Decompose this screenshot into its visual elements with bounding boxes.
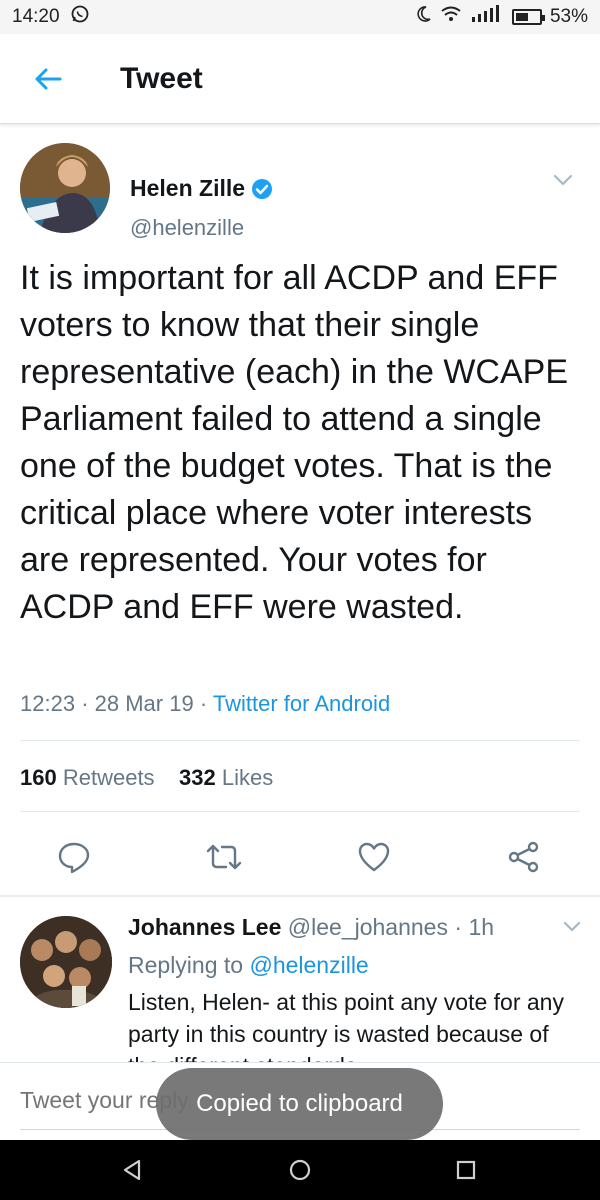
triangle-back-icon — [123, 1159, 141, 1181]
battery-percent: 53% — [549, 6, 588, 27]
page-title: Tweet — [120, 61, 203, 95]
tweet-actions — [0, 837, 600, 877]
retweets-stat[interactable]: 160 Retweets — [20, 765, 155, 790]
arrow-left-icon — [35, 68, 62, 89]
reply-author-handle[interactable]: @lee_johannes — [288, 914, 448, 940]
battery-fill — [515, 13, 528, 21]
like-button[interactable] — [354, 837, 394, 877]
meta-separator: · — [81, 691, 95, 716]
tweet-source-link[interactable]: Twitter for Android — [213, 691, 390, 716]
tweet-time: 12:23 — [20, 691, 76, 716]
battery-icon — [511, 9, 545, 25]
whatsapp-icon — [70, 4, 90, 30]
verified-badge-icon — [252, 178, 273, 199]
retweets-label: Retweets — [62, 765, 155, 790]
status-time: 14:20 — [12, 6, 60, 27]
nav-back-button[interactable] — [116, 1154, 148, 1186]
reply-age: 1h — [468, 914, 495, 940]
tweet-menu-button[interactable] — [552, 173, 574, 192]
share-icon — [508, 841, 539, 873]
replying-to: Replying to @helenzille — [128, 952, 369, 979]
chevron-down-icon — [563, 921, 581, 932]
author-name-row: Helen Zille — [130, 175, 273, 202]
reply-button[interactable] — [54, 837, 94, 877]
system-nav-bar — [0, 1140, 600, 1200]
signal-icon — [470, 5, 504, 29]
tweet-author: Helen Zille @helenzille — [20, 143, 580, 240]
author-handle[interactable]: @helenzille — [130, 215, 244, 241]
nav-home-button[interactable] — [284, 1154, 316, 1186]
author-name[interactable]: Helen Zille — [130, 175, 245, 202]
toast-message: Copied to clipboard — [156, 1068, 443, 1140]
tweet-stats: 160 Retweets 332 Likes — [20, 765, 273, 791]
status-indicators: 53% — [414, 5, 588, 29]
reply-tweet[interactable]: Johannes Lee @lee_johannes · 1h Replying… — [0, 900, 600, 1065]
reply-text: Listen, Helen- at this point any vote fo… — [128, 989, 564, 1065]
replying-to-label: Replying to — [128, 952, 244, 978]
tweet-date: 28 Mar 19 — [94, 691, 194, 716]
retweets-count: 160 — [20, 765, 57, 790]
square-recents-icon — [456, 1160, 476, 1180]
reply-author-name[interactable]: Johannes Lee — [128, 914, 281, 940]
tweet-text: It is important for all ACDP and EFF vot… — [20, 259, 569, 626]
divider — [20, 811, 580, 812]
likes-count: 332 — [179, 765, 216, 790]
nav-recents-button[interactable] — [450, 1154, 482, 1186]
retweet-button[interactable] — [204, 837, 244, 877]
chevron-down-icon — [553, 174, 573, 186]
reply-header: Johannes Lee @lee_johannes · 1h — [128, 914, 494, 941]
moon-icon — [414, 5, 432, 29]
section-divider — [0, 895, 600, 897]
replying-to-handle[interactable]: @helenzille — [249, 952, 368, 978]
meta-separator: · — [199, 691, 213, 716]
divider — [20, 740, 580, 741]
back-button[interactable] — [0, 34, 96, 124]
heart-icon — [358, 842, 390, 872]
wifi-icon — [440, 5, 462, 29]
reply-menu-button[interactable] — [562, 920, 582, 938]
share-button[interactable] — [504, 837, 544, 877]
top-app-bar: Tweet — [0, 34, 600, 124]
reply-icon — [58, 842, 90, 874]
likes-stat[interactable]: 332 Likes — [179, 765, 273, 790]
likes-label: Likes — [221, 765, 274, 790]
tweet-meta: 12:23 · 28 Mar 19 · Twitter for Android — [20, 691, 390, 717]
meta-separator: · — [454, 914, 469, 940]
avatar[interactable] — [20, 143, 110, 233]
status-bar: 14:20 53% — [0, 0, 600, 34]
retweet-icon — [206, 844, 242, 870]
avatar[interactable] — [20, 916, 112, 1008]
circle-home-icon — [289, 1159, 311, 1181]
